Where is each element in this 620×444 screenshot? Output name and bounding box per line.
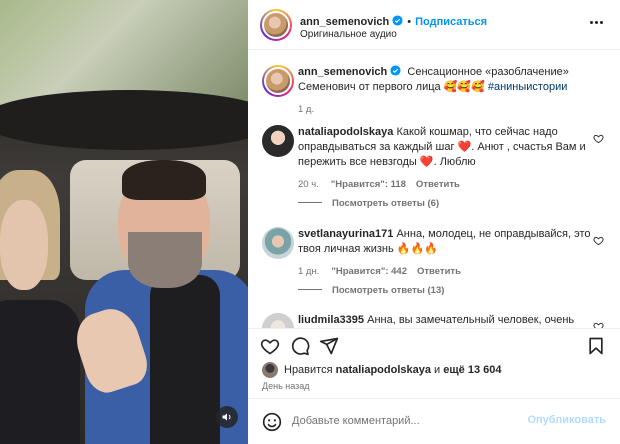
comment-time: 1 дн. [298, 266, 320, 277]
commenter-avatar[interactable] [262, 313, 294, 328]
heart-icon[interactable] [260, 336, 280, 356]
publish-button[interactable]: Опубликовать [527, 414, 606, 426]
man-hair [122, 160, 206, 200]
audio-label[interactable]: Оригинальное аудио [300, 29, 397, 40]
verified-badge-icon [390, 65, 401, 76]
verified-badge-icon [392, 15, 403, 26]
speaker-icon[interactable] [216, 406, 238, 428]
view-replies-button[interactable]: Посмотреть ответы (6) [298, 198, 439, 209]
view-replies-button[interactable]: Посмотреть ответы (13) [298, 285, 444, 296]
woman-body [0, 300, 80, 444]
bookmark-icon[interactable] [586, 336, 606, 356]
commenter-username[interactable]: liudmila3395 [298, 314, 364, 326]
comment-icon[interactable] [290, 336, 310, 356]
likes-and: и [434, 364, 441, 376]
author-avatar[interactable] [260, 9, 292, 41]
heart-icon[interactable] [593, 321, 604, 328]
car-roof [0, 90, 248, 150]
man-beard [128, 232, 202, 288]
separator-dot: • [407, 16, 412, 28]
send-icon[interactable] [319, 336, 339, 356]
reel-video[interactable] [0, 0, 248, 444]
heart-icon[interactable] [593, 133, 604, 144]
add-comment-bar: Опубликовать [248, 398, 620, 444]
commenter-avatar[interactable] [262, 125, 294, 157]
post-date: День назад [262, 381, 310, 391]
author-username[interactable]: ann_semenovich [300, 16, 389, 28]
liker-avatar[interactable] [262, 362, 278, 378]
liker-username[interactable]: nataliapodolskaya [336, 364, 431, 376]
woman-face [0, 200, 48, 290]
comment-input[interactable] [292, 410, 522, 432]
commenter-username[interactable]: nataliapodolskaya [298, 126, 393, 138]
action-bar [248, 328, 620, 358]
replies-line [298, 289, 322, 290]
comment-likes[interactable]: "Нравится": 118 [331, 179, 406, 190]
view-replies-label: Посмотреть ответы (13) [332, 285, 445, 296]
more-dots-icon[interactable] [586, 14, 606, 30]
commenter-avatar[interactable] [262, 227, 294, 259]
heart-icon[interactable] [593, 235, 604, 246]
commenter-username[interactable]: svetlanayurina171 [298, 228, 393, 240]
post-header: ann_semenovich • Подписаться Оригинальное … [248, 0, 620, 50]
replies-line [298, 202, 322, 203]
likes-row: Нравится nataliapodolskaya и ещё 13 604 [262, 362, 501, 378]
comment-time: 20 ч. [298, 179, 319, 190]
smiley-icon[interactable] [262, 412, 282, 432]
reply-button[interactable]: Ответить [416, 179, 460, 190]
post-panel: ann_semenovich • Подписаться Оригинальное … [248, 0, 620, 444]
caption-time: 1 д. [298, 104, 315, 115]
likes-count[interactable]: ещё 13 604 [443, 364, 501, 376]
follow-button[interactable]: Подписаться [415, 16, 487, 28]
reply-button[interactable]: Ответить [417, 266, 461, 277]
likes-prefix: Нравится [284, 364, 333, 376]
comments-list[interactable]: ann_semenovich Сенсационное «разоблачени… [248, 51, 620, 328]
comment-text: Анна, вы замечательный человек, очень [367, 314, 575, 326]
view-replies-label: Посмотреть ответы (6) [332, 198, 440, 209]
caption-avatar[interactable] [262, 65, 294, 97]
caption-username[interactable]: ann_semenovich [298, 66, 387, 78]
comment-likes[interactable]: "Нравится": 442 [331, 266, 407, 277]
man-shirt [150, 275, 220, 444]
hashtag-link[interactable]: #аниныистории [488, 81, 568, 93]
